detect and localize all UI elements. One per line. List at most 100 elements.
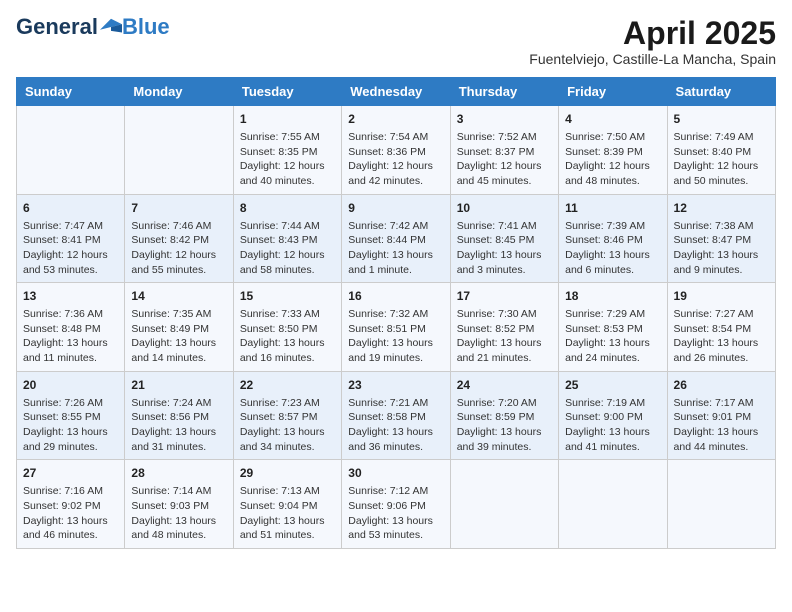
- day-info: Sunrise: 7:52 AM Sunset: 8:37 PM Dayligh…: [457, 130, 552, 189]
- calendar-cell: 6 Sunrise: 7:47 AM Sunset: 8:41 PM Daylig…: [17, 194, 125, 283]
- calendar-table: SundayMondayTuesdayWednesdayThursdayFrid…: [16, 77, 776, 549]
- calendar-cell: 9 Sunrise: 7:42 AM Sunset: 8:44 PM Daylig…: [342, 194, 450, 283]
- day-info: Sunrise: 7:14 AM Sunset: 9:03 PM Dayligh…: [131, 484, 226, 543]
- day-number: 25: [565, 377, 660, 394]
- day-number: 29: [240, 465, 335, 482]
- day-info: Sunrise: 7:42 AM Sunset: 8:44 PM Dayligh…: [348, 219, 443, 278]
- day-info: Sunrise: 7:29 AM Sunset: 8:53 PM Dayligh…: [565, 307, 660, 366]
- calendar-cell: 27 Sunrise: 7:16 AM Sunset: 9:02 PM Dayli…: [17, 460, 125, 549]
- weekday-header-monday: Monday: [125, 78, 233, 106]
- day-number: 15: [240, 288, 335, 305]
- day-info: Sunrise: 7:23 AM Sunset: 8:57 PM Dayligh…: [240, 396, 335, 455]
- day-info: Sunrise: 7:39 AM Sunset: 8:46 PM Dayligh…: [565, 219, 660, 278]
- calendar-cell: 29 Sunrise: 7:13 AM Sunset: 9:04 PM Dayli…: [233, 460, 341, 549]
- weekday-header-thursday: Thursday: [450, 78, 558, 106]
- day-info: Sunrise: 7:13 AM Sunset: 9:04 PM Dayligh…: [240, 484, 335, 543]
- day-number: 12: [674, 200, 769, 217]
- day-info: Sunrise: 7:30 AM Sunset: 8:52 PM Dayligh…: [457, 307, 552, 366]
- weekday-header-wednesday: Wednesday: [342, 78, 450, 106]
- day-info: Sunrise: 7:50 AM Sunset: 8:39 PM Dayligh…: [565, 130, 660, 189]
- day-number: 24: [457, 377, 552, 394]
- day-info: Sunrise: 7:16 AM Sunset: 9:02 PM Dayligh…: [23, 484, 118, 543]
- day-info: Sunrise: 7:41 AM Sunset: 8:45 PM Dayligh…: [457, 219, 552, 278]
- calendar-cell: 16 Sunrise: 7:32 AM Sunset: 8:51 PM Dayli…: [342, 283, 450, 372]
- weekday-header-sunday: Sunday: [17, 78, 125, 106]
- day-number: 27: [23, 465, 118, 482]
- calendar-cell: 4 Sunrise: 7:50 AM Sunset: 8:39 PM Daylig…: [559, 106, 667, 195]
- day-info: Sunrise: 7:21 AM Sunset: 8:58 PM Dayligh…: [348, 396, 443, 455]
- month-title: April 2025: [529, 16, 776, 51]
- day-info: Sunrise: 7:32 AM Sunset: 8:51 PM Dayligh…: [348, 307, 443, 366]
- calendar-cell: [667, 460, 775, 549]
- calendar-cell: 23 Sunrise: 7:21 AM Sunset: 8:58 PM Dayli…: [342, 371, 450, 460]
- calendar-cell: 12Sunrise: 7:38 AM Sunset: 8:47 PM Dayli…: [667, 194, 775, 283]
- day-info: Sunrise: 7:35 AM Sunset: 8:49 PM Dayligh…: [131, 307, 226, 366]
- day-number: 2: [348, 111, 443, 128]
- day-info: Sunrise: 7:20 AM Sunset: 8:59 PM Dayligh…: [457, 396, 552, 455]
- day-info: Sunrise: 7:26 AM Sunset: 8:55 PM Dayligh…: [23, 396, 118, 455]
- day-number: 8: [240, 200, 335, 217]
- day-info: Sunrise: 7:44 AM Sunset: 8:43 PM Dayligh…: [240, 219, 335, 278]
- location-title: Fuentelviejo, Castille-La Mancha, Spain: [529, 51, 776, 67]
- week-row-3: 13Sunrise: 7:36 AM Sunset: 8:48 PM Dayli…: [17, 283, 776, 372]
- calendar-cell: 24 Sunrise: 7:20 AM Sunset: 8:59 PM Dayli…: [450, 371, 558, 460]
- day-info: Sunrise: 7:33 AM Sunset: 8:50 PM Dayligh…: [240, 307, 335, 366]
- day-number: 17: [457, 288, 552, 305]
- week-row-4: 20 Sunrise: 7:26 AM Sunset: 8:55 PM Dayli…: [17, 371, 776, 460]
- day-info: Sunrise: 7:36 AM Sunset: 8:48 PM Dayligh…: [23, 307, 118, 366]
- day-info: Sunrise: 7:27 AM Sunset: 8:54 PM Dayligh…: [674, 307, 769, 366]
- day-info: Sunrise: 7:19 AM Sunset: 9:00 PM Dayligh…: [565, 396, 660, 455]
- day-number: 16: [348, 288, 443, 305]
- logo-general: General: [16, 16, 98, 38]
- day-info: Sunrise: 7:46 AM Sunset: 8:42 PM Dayligh…: [131, 219, 226, 278]
- day-number: 3: [457, 111, 552, 128]
- day-number: 22: [240, 377, 335, 394]
- weekday-header-tuesday: Tuesday: [233, 78, 341, 106]
- calendar-cell: 2 Sunrise: 7:54 AM Sunset: 8:36 PM Daylig…: [342, 106, 450, 195]
- calendar-cell: 5Sunrise: 7:49 AM Sunset: 8:40 PM Daylig…: [667, 106, 775, 195]
- calendar-cell: 26 Sunrise: 7:17 AM Sunset: 9:01 PM Dayli…: [667, 371, 775, 460]
- week-row-2: 6 Sunrise: 7:47 AM Sunset: 8:41 PM Daylig…: [17, 194, 776, 283]
- calendar-cell: 30Sunrise: 7:12 AM Sunset: 9:06 PM Dayli…: [342, 460, 450, 549]
- calendar-cell: 1Sunrise: 7:55 AM Sunset: 8:35 PM Daylig…: [233, 106, 341, 195]
- day-number: 6: [23, 200, 118, 217]
- week-row-1: 1Sunrise: 7:55 AM Sunset: 8:35 PM Daylig…: [17, 106, 776, 195]
- calendar-cell: 7 Sunrise: 7:46 AM Sunset: 8:42 PM Daylig…: [125, 194, 233, 283]
- day-number: 30: [348, 465, 443, 482]
- weekday-header-row: SundayMondayTuesdayWednesdayThursdayFrid…: [17, 78, 776, 106]
- day-info: Sunrise: 7:24 AM Sunset: 8:56 PM Dayligh…: [131, 396, 226, 455]
- calendar-cell: 15 Sunrise: 7:33 AM Sunset: 8:50 PM Dayli…: [233, 283, 341, 372]
- day-info: Sunrise: 7:47 AM Sunset: 8:41 PM Dayligh…: [23, 219, 118, 278]
- calendar-cell: 10Sunrise: 7:41 AM Sunset: 8:45 PM Dayli…: [450, 194, 558, 283]
- calendar-cell: 18 Sunrise: 7:29 AM Sunset: 8:53 PM Dayli…: [559, 283, 667, 372]
- day-info: Sunrise: 7:54 AM Sunset: 8:36 PM Dayligh…: [348, 130, 443, 189]
- day-info: Sunrise: 7:55 AM Sunset: 8:35 PM Dayligh…: [240, 130, 335, 189]
- day-info: Sunrise: 7:49 AM Sunset: 8:40 PM Dayligh…: [674, 130, 769, 189]
- day-number: 28: [131, 465, 226, 482]
- week-row-5: 27 Sunrise: 7:16 AM Sunset: 9:02 PM Dayli…: [17, 460, 776, 549]
- calendar-cell: [17, 106, 125, 195]
- day-number: 14: [131, 288, 226, 305]
- day-number: 18: [565, 288, 660, 305]
- calendar-cell: 21Sunrise: 7:24 AM Sunset: 8:56 PM Dayli…: [125, 371, 233, 460]
- day-info: Sunrise: 7:17 AM Sunset: 9:01 PM Dayligh…: [674, 396, 769, 455]
- day-number: 19: [674, 288, 769, 305]
- title-area: April 2025 Fuentelviejo, Castille-La Man…: [529, 16, 776, 67]
- day-number: 26: [674, 377, 769, 394]
- day-number: 23: [348, 377, 443, 394]
- calendar-cell: 25 Sunrise: 7:19 AM Sunset: 9:00 PM Dayli…: [559, 371, 667, 460]
- weekday-header-friday: Friday: [559, 78, 667, 106]
- logo-bird-icon: [100, 18, 122, 36]
- calendar-cell: 3 Sunrise: 7:52 AM Sunset: 8:37 PM Daylig…: [450, 106, 558, 195]
- day-number: 9: [348, 200, 443, 217]
- calendar-cell: 22 Sunrise: 7:23 AM Sunset: 8:57 PM Dayli…: [233, 371, 341, 460]
- calendar-cell: 28 Sunrise: 7:14 AM Sunset: 9:03 PM Dayli…: [125, 460, 233, 549]
- day-number: 11: [565, 200, 660, 217]
- logo-blue: Blue: [122, 16, 170, 38]
- day-number: 7: [131, 200, 226, 217]
- calendar-cell: 13Sunrise: 7:36 AM Sunset: 8:48 PM Dayli…: [17, 283, 125, 372]
- calendar-cell: 19 Sunrise: 7:27 AM Sunset: 8:54 PM Dayli…: [667, 283, 775, 372]
- day-number: 20: [23, 377, 118, 394]
- day-number: 4: [565, 111, 660, 128]
- logo: General Blue: [16, 16, 170, 38]
